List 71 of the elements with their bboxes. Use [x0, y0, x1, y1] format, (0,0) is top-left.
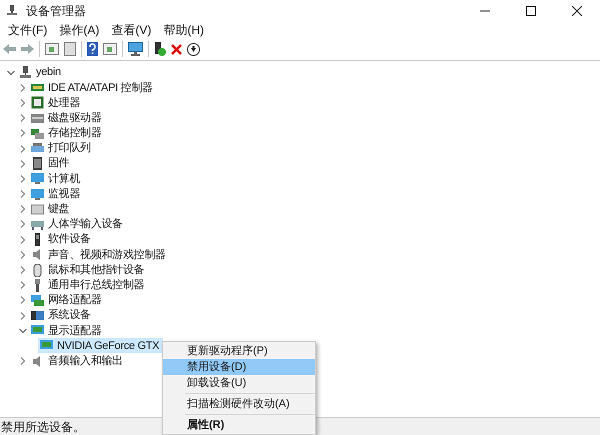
menu-item[interactable]: 属性(R)	[163, 417, 315, 433]
expand-chevron-icon[interactable]	[19, 266, 27, 274]
keyboard-icon	[31, 202, 44, 216]
monitor-icon	[31, 188, 44, 201]
menu-item[interactable]: 操作(A)	[53, 21, 106, 39]
menu-item[interactable]: 更新驱动程序(P)	[163, 343, 315, 359]
status-text: 禁用所选设备。	[0, 418, 85, 435]
collapse-chevron-icon[interactable]	[19, 326, 27, 335]
tree-item[interactable]: 系统设备	[29, 308, 93, 324]
window-title: 设备管理器	[26, 3, 86, 20]
tree-item[interactable]: 人体学输入设备	[29, 216, 125, 232]
monitor-icon	[31, 172, 44, 186]
properties-icon[interactable]	[64, 42, 76, 56]
tree-item[interactable]: 固件	[29, 156, 72, 172]
tree-item[interactable]: 计算机	[29, 171, 82, 186]
tree-item[interactable]: 音频输入和输出	[29, 354, 125, 369]
expand-chevron-icon[interactable]	[19, 129, 27, 138]
add-device-icon[interactable]	[154, 42, 166, 56]
download-circle-icon[interactable]	[187, 42, 200, 56]
tree-item[interactable]: 网络适配器	[29, 292, 104, 308]
expand-chevron-icon[interactable]	[19, 205, 27, 214]
expand-chevron-icon[interactable]	[19, 281, 27, 290]
expand-chevron-icon[interactable]	[19, 114, 27, 122]
help-icon[interactable]	[87, 42, 98, 56]
expand-chevron-icon[interactable]	[19, 236, 27, 244]
network-icon	[31, 294, 44, 307]
close-icon	[572, 6, 582, 16]
expand-chevron-icon[interactable]	[19, 190, 27, 198]
tree-item[interactable]: 打印队列	[29, 141, 93, 156]
expand-chevron-icon[interactable]	[19, 84, 27, 92]
tree-item[interactable]: 磁盘驱动器	[29, 110, 104, 126]
monitor-icon[interactable]	[128, 42, 143, 56]
tree-item[interactable]: 键盘	[29, 202, 72, 217]
tree-item[interactable]: IDE ATA/ATAPI 控制器	[29, 80, 155, 96]
expand-chevron-icon[interactable]	[19, 220, 27, 228]
tree-item[interactable]: 声音、视频和游戏控制器	[29, 247, 168, 262]
tree-item[interactable]: 存储控制器	[29, 126, 104, 141]
tree-item[interactable]: 鼠标和其他指针设备	[29, 262, 146, 278]
expand-chevron-icon[interactable]	[19, 160, 27, 168]
storage-icon	[31, 126, 44, 140]
menu-item[interactable]: 禁用设备(D)	[163, 359, 315, 375]
chip-icon	[31, 96, 44, 110]
expand-chevron-icon[interactable]	[19, 174, 27, 183]
expand-chevron-icon[interactable]	[19, 98, 27, 107]
expand-chevron-icon[interactable]	[19, 296, 27, 304]
tree-item[interactable]: yebin	[17, 65, 63, 80]
expand-chevron-icon[interactable]	[19, 144, 27, 153]
tree-item[interactable]: 软件设备	[29, 232, 93, 248]
menu-item[interactable]: 卸载设备(U)	[163, 375, 315, 391]
delete-icon[interactable]	[171, 44, 182, 54]
collapse-chevron-icon[interactable]	[7, 68, 15, 77]
menu-item[interactable]: 查看(V)	[105, 21, 158, 39]
menu-item[interactable]: 文件(F)	[2, 21, 54, 39]
menu-item[interactable]: 帮助(H)	[157, 21, 210, 39]
mouse-icon	[31, 264, 44, 277]
tree-item[interactable]: 监视器	[29, 186, 82, 202]
panel-icon[interactable]	[45, 43, 59, 55]
tree-item[interactable]: 通用串行总线控制器	[29, 278, 146, 293]
tree-item[interactable]: 显示适配器	[29, 323, 104, 338]
tree-item[interactable]: NVIDIA GeForce GTX	[38, 338, 164, 354]
maximize-icon	[526, 6, 536, 16]
expand-chevron-icon[interactable]	[19, 250, 27, 259]
panel-icon[interactable]	[103, 43, 117, 55]
back-arrow-icon[interactable]	[3, 44, 16, 54]
forward-arrow-icon[interactable]	[21, 44, 34, 54]
computer-tree-icon	[19, 66, 32, 80]
tree-item[interactable]: 处理器	[29, 95, 82, 110]
menu-item[interactable]: 扫描检测硬件改动(A)	[163, 396, 315, 412]
expand-chevron-icon[interactable]	[19, 312, 27, 320]
expand-chevron-icon[interactable]	[19, 357, 27, 366]
computer-tree-icon	[6, 5, 18, 17]
